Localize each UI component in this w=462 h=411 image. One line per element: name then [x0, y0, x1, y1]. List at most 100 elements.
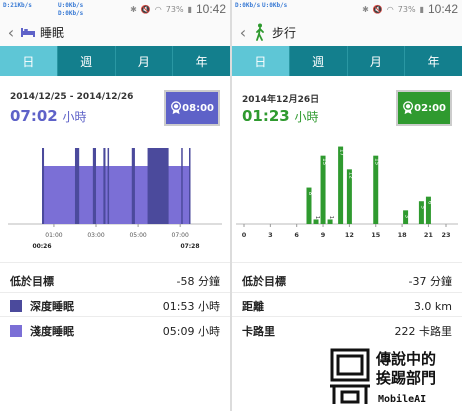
divider [232, 262, 462, 263]
x-tick-label: 9 [321, 231, 326, 239]
period-tabs: 日 週 月 年 [0, 46, 230, 76]
medal-icon [403, 101, 414, 115]
tab-month[interactable]: 月 [348, 46, 406, 76]
total-unit: 小時 [62, 110, 87, 124]
tab-month[interactable]: 月 [116, 46, 174, 76]
total-value: 01:23 [242, 107, 290, 125]
total-duration: 07:02 小時 [10, 107, 87, 125]
walking-chart: 811511712153560 3 6 9 12 15 18 21 23 [236, 146, 458, 239]
light-sleep-swatch [10, 325, 22, 337]
bar-value-label: 6 [426, 201, 432, 205]
walking-person-icon [252, 23, 268, 41]
tab-day[interactable]: 日 [0, 46, 58, 76]
light-sleep-row: 淺度睡眠 05:09 小時 [10, 323, 220, 339]
mute-icon: 🔇 [140, 4, 151, 14]
deep-sleep-row: 深度睡眠 01:53 小時 [10, 298, 220, 314]
walking-bar [320, 155, 326, 224]
clock: 10:42 [195, 2, 226, 16]
deep-sleep-bar [92, 148, 97, 224]
title-bar: ‹ 睡眠 [0, 18, 230, 46]
watermark-logo: 傳說中的 挨踢部門 MobileAI [322, 342, 462, 411]
tab-year[interactable]: 年 [405, 46, 462, 76]
battery-percent: 73% [165, 4, 184, 14]
below-goal-value: -37 分鐘 [408, 275, 452, 288]
goal-value: 02:00 [414, 102, 446, 114]
below-goal-value: -58 分鐘 [176, 275, 220, 288]
x-tick-label: 03:00 [87, 232, 104, 239]
bar-value-label: 8 [307, 192, 313, 196]
mute-icon: 🔇 [372, 4, 383, 14]
end-time-label: 07:28 [180, 243, 199, 250]
light-sleep-label: 淺度睡眠 [30, 325, 74, 338]
upload-speed: U:0Kb/s [58, 2, 84, 9]
bluetooth-icon: ✱ [362, 4, 369, 14]
x-tick-label: 18 [398, 231, 408, 239]
status-bar: D:0Kb/s U:0Kb/s ✱ 🔇 ◠ 73% ▮ 10:42 [232, 0, 462, 18]
medal-icon [171, 101, 182, 115]
period-tabs: 日 週 月 年 [232, 46, 462, 76]
deep-sleep-swatch [10, 300, 22, 312]
x-tick-label: 05:00 [129, 232, 146, 239]
tab-week[interactable]: 週 [290, 46, 348, 76]
bar-value-label: 15 [321, 158, 327, 165]
total-duration: 01:23 小時 [242, 107, 319, 125]
date-range: 2014/12/25 - 2014/12/26 [10, 92, 134, 102]
walking-bar [338, 146, 344, 224]
svg-text:傳說中的: 傳說中的 [375, 350, 436, 368]
goal-badge: 02:00 [396, 90, 452, 126]
bar-value-label: 12 [347, 172, 353, 179]
clock: 10:42 [427, 2, 458, 16]
goal-value: 08:00 [182, 102, 214, 114]
date: 2014年12月26日 [242, 95, 320, 105]
deep-sleep-bar [189, 148, 191, 224]
deep-sleep-bar [74, 148, 80, 224]
back-arrow-icon[interactable]: ‹ [234, 23, 252, 42]
bar-value-label: 17 [339, 149, 345, 156]
goal-badge: 08:00 [164, 90, 220, 126]
deep-sleep-label: 深度睡眠 [30, 300, 74, 313]
start-time-label: 00:26 [32, 243, 51, 250]
x-tick-label: 3 [268, 231, 273, 239]
walking-bar [373, 155, 379, 224]
x-tick-label: 0 [242, 231, 247, 239]
deep-sleep-bar [107, 148, 110, 224]
x-tick-label: 07:00 [172, 232, 189, 239]
tab-year[interactable]: 年 [173, 46, 230, 76]
below-goal-label: 低於目標 [242, 275, 286, 288]
divider [0, 292, 230, 293]
page-title: 睡眠 [40, 25, 65, 40]
walking-bar [313, 219, 319, 224]
wifi-icon: ◠ [154, 4, 162, 14]
below-goal-row: 低於目標 -58 分鐘 [10, 273, 220, 289]
download-speed-2: D:0Kb/s [58, 10, 84, 17]
light-sleep-value: 05:09 小時 [162, 325, 220, 338]
distance-label: 距離 [242, 300, 264, 313]
deep-sleep-bar [131, 148, 135, 224]
bar-value-label: 3 [404, 215, 410, 219]
svg-text:挨踢部門: 挨踢部門 [376, 369, 436, 387]
download-speed: D:21Kb/s [3, 2, 32, 9]
bluetooth-icon: ✱ [130, 4, 137, 14]
x-tick-label: 6 [294, 231, 299, 239]
divider [232, 316, 462, 317]
tab-week[interactable]: 週 [58, 46, 116, 76]
svg-text:MobileAI: MobileAI [378, 393, 426, 405]
page-title: 步行 [272, 25, 297, 40]
deep-sleep-value: 01:53 小時 [162, 300, 220, 313]
divider [232, 292, 462, 293]
bar-value-label: 5 [419, 205, 425, 209]
battery-icon: ▮ [187, 4, 192, 14]
title-bar: ‹ 步行 [232, 18, 462, 46]
below-goal-label: 低於目標 [10, 275, 54, 288]
back-arrow-icon[interactable]: ‹ [2, 23, 20, 42]
x-tick-label: 12 [345, 231, 354, 239]
tab-day[interactable]: 日 [232, 46, 290, 76]
battery-percent: 73% [397, 4, 416, 14]
bar-value-label: 1 [328, 216, 334, 220]
deep-sleep-bar [42, 148, 45, 224]
walking-bar [327, 219, 333, 224]
total-value: 07:02 [10, 107, 58, 125]
x-tick-label: 01:00 [45, 232, 62, 239]
bar-value-label: 1 [314, 216, 320, 220]
wifi-icon: ◠ [386, 4, 394, 14]
